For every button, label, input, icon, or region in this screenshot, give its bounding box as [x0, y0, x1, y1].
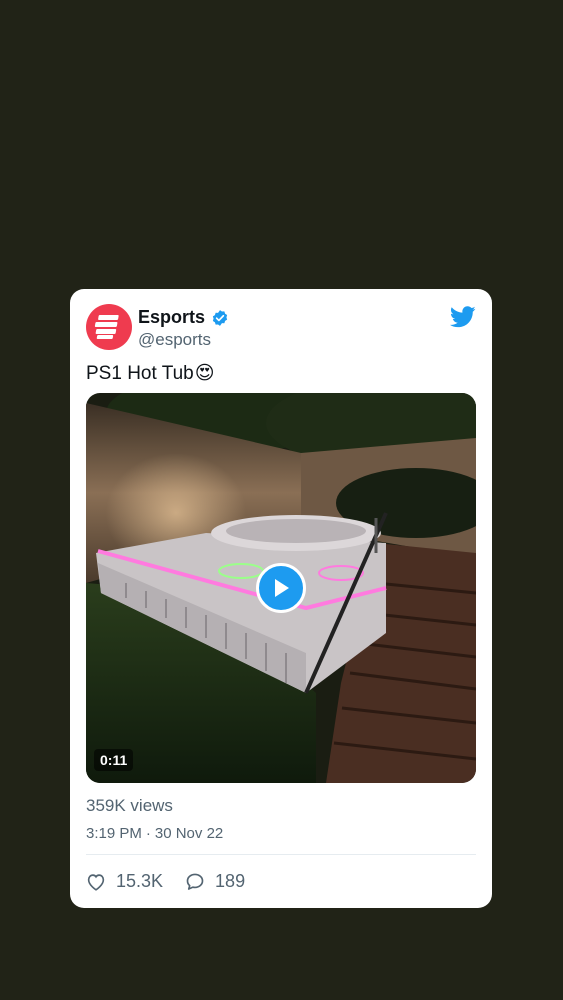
video-player[interactable]: 0:11: [86, 393, 476, 783]
esports-logo-icon: [94, 315, 119, 339]
author-handle[interactable]: @esports: [138, 330, 211, 350]
tweet-date: 30 Nov 22: [154, 825, 224, 842]
video-duration: 0:11: [94, 749, 134, 771]
tweet-text: PS1 Hot Tub 😍: [86, 362, 215, 385]
author-name[interactable]: Esports: [138, 307, 205, 328]
timestamp[interactable]: 3:19 PM · 30 Nov 22: [86, 825, 223, 842]
reply-button[interactable]: 189: [185, 871, 245, 892]
play-button[interactable]: [256, 563, 306, 613]
view-count: 359K views: [86, 796, 173, 815]
reply-icon: [186, 873, 204, 890]
verified-badge-icon: [212, 309, 228, 326]
play-icon: [275, 579, 289, 597]
like-count: 15.3K: [116, 871, 164, 891]
heart-eyes-emoji: 😍: [194, 363, 215, 384]
reply-count: 189: [215, 871, 246, 891]
heart-icon: [87, 873, 105, 891]
tweet-text-body: PS1 Hot Tub: [86, 362, 194, 384]
divider: [86, 854, 476, 855]
author-name-row[interactable]: Esports: [138, 307, 229, 328]
tweet-time: 3:19 PM: [86, 825, 142, 842]
avatar[interactable]: [86, 304, 132, 350]
twitter-bird-icon[interactable]: [450, 306, 476, 328]
engagement-stats: 15.3K 189: [86, 871, 267, 892]
tweet-card[interactable]: Esports @esports PS1 Hot Tub 😍 0:11 359K…: [70, 289, 492, 908]
separator: ·: [145, 825, 151, 842]
like-button[interactable]: 15.3K: [86, 871, 163, 892]
